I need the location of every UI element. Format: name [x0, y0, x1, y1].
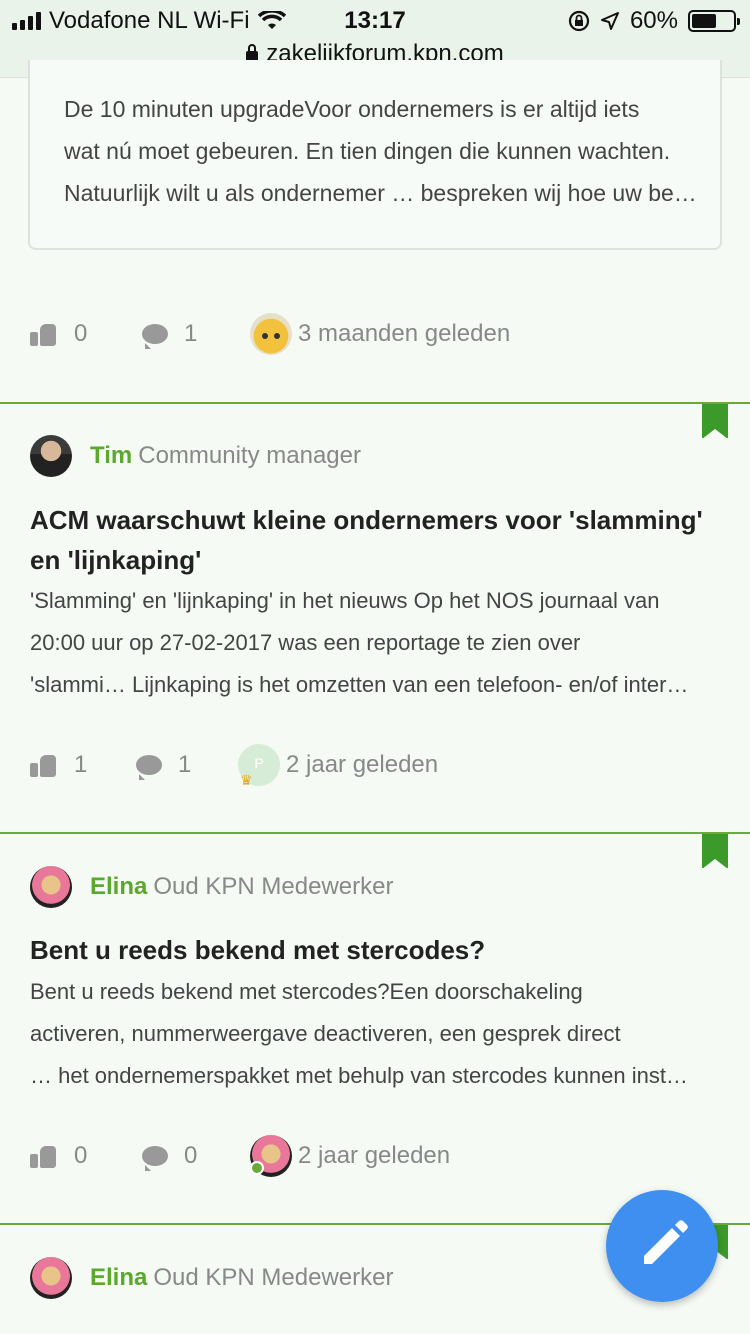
post-divider [0, 402, 750, 404]
status-bar: Vodafone NL Wi-Fi 13:17 60% [0, 0, 750, 42]
excerpt-line: 'slammi… Lijnkaping is het omzetten van … [30, 672, 689, 697]
comments-count: 1 [184, 320, 198, 347]
comment-icon[interactable] [142, 324, 168, 349]
post-time: 2 jaar geleden [286, 751, 439, 778]
comment-icon[interactable] [142, 1146, 168, 1171]
avatar[interactable] [30, 866, 72, 908]
avatar[interactable] [30, 1257, 72, 1299]
post-time: 3 maanden geleden [298, 320, 511, 347]
badge-icon [250, 1161, 264, 1175]
orientation-lock-icon [568, 10, 590, 32]
avatar[interactable]: P ♛ [238, 744, 280, 788]
battery-percentage: 60% [629, 7, 678, 34]
excerpt-line: … het ondernemerspakket met behulp van s… [30, 1063, 688, 1088]
author-role: Community manager [138, 442, 361, 469]
author-role: Oud KPN Medewerker [153, 873, 394, 900]
avatar-letter: P [254, 755, 264, 771]
pencil-icon [644, 1220, 688, 1264]
author-role: Oud KPN Medewerker [153, 1264, 394, 1291]
post-title[interactable]: ACM waarschuwt kleine ondernemers voor '… [30, 500, 730, 580]
post-title[interactable]: Bent u reeds bekend met stercodes? [30, 930, 730, 970]
author-name[interactable]: Tim [90, 442, 132, 470]
thumbs-up-icon[interactable] [30, 322, 56, 346]
author-name[interactable]: Elina [90, 873, 147, 901]
comments-count: 0 [184, 1142, 198, 1169]
post-stats: 0 0 2 jaar geleden [30, 1134, 450, 1178]
avatar[interactable] [250, 313, 292, 355]
thumbs-up-icon[interactable] [30, 1144, 56, 1168]
excerpt-line: activeren, nummerweergave deactiveren, e… [30, 1021, 621, 1046]
excerpt-line: 20:00 uur op 27-02-2017 was een reportag… [30, 630, 581, 655]
comments-count: 1 [178, 751, 192, 778]
post-title-line: en 'lijnkaping' [30, 545, 202, 575]
thumbs-up-icon[interactable] [30, 753, 56, 777]
post-time: 2 jaar geleden [298, 1142, 451, 1169]
avatar[interactable] [30, 435, 72, 477]
likes-count: 0 [74, 320, 88, 347]
post-divider [0, 832, 750, 834]
bookmark-icon[interactable] [702, 404, 728, 439]
excerpt-line: Bent u reeds bekend met stercodes?Een do… [30, 979, 583, 1004]
avatar[interactable] [250, 1135, 292, 1177]
preview-line: Natuurlijk wilt u als ondernemer … bespr… [64, 180, 697, 206]
post-excerpt: 'Slamming' en 'lijnkaping' in het nieuws… [30, 580, 730, 706]
post-stats: 1 1 P ♛ 2 jaar geleden [30, 743, 439, 788]
post-author: Elina Oud KPN Medewerker [30, 1256, 393, 1300]
post-author: Elina Oud KPN Medewerker [30, 865, 393, 909]
likes-count: 1 [74, 751, 88, 778]
crown-icon: ♛ [240, 772, 253, 788]
bookmark-icon[interactable] [702, 834, 728, 869]
likes-count: 0 [74, 1142, 88, 1169]
post-stats: 0 1 3 maanden geleden [30, 312, 510, 356]
author-name[interactable]: Elina [90, 1264, 147, 1292]
preview-line: De 10 minuten upgradeVoor ondernemers is… [64, 96, 640, 122]
preview-text: De 10 minuten upgradeVoor ondernemers is… [64, 88, 704, 214]
battery-icon [688, 10, 740, 32]
location-icon [600, 12, 619, 30]
status-right: 60% [568, 7, 740, 35]
post-author: Tim Community manager [30, 434, 361, 478]
post-title-line: Bent u reeds bekend met stercodes? [30, 935, 486, 965]
post-title-line: ACM waarschuwt kleine ondernemers voor '… [30, 505, 703, 535]
comment-icon[interactable] [136, 755, 162, 780]
link-preview-card[interactable]: De 10 minuten upgradeVoor ondernemers is… [28, 60, 722, 250]
excerpt-line: 'Slamming' en 'lijnkaping' in het nieuws… [30, 588, 660, 613]
post-excerpt: Bent u reeds bekend met stercodes?Een do… [30, 971, 730, 1097]
new-post-button[interactable] [606, 1190, 718, 1302]
preview-line: wat nú moet gebeuren. En tien dingen die… [64, 138, 671, 164]
